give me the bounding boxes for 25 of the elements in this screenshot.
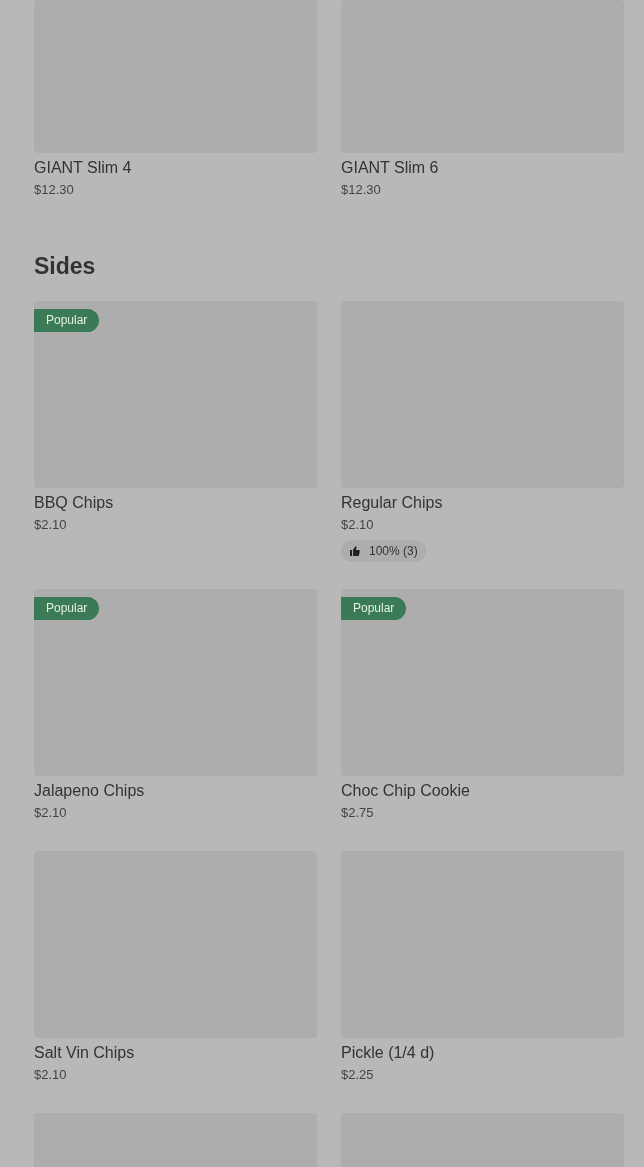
image-placeholder[interactable]: Popular (34, 301, 317, 488)
section-heading: Sides (34, 252, 97, 281)
item-name[interactable]: Regular Chips (341, 492, 624, 514)
item-name[interactable]: GIANT Slim 6 (341, 157, 624, 179)
item-price: $2.25 (341, 1066, 375, 1084)
rating-text: 100% (3) (369, 543, 418, 560)
item-price: $2.10 (34, 1066, 68, 1084)
item-price: $2.10 (341, 516, 375, 534)
item-name[interactable]: Salt Vin Chips (34, 1042, 317, 1064)
item-name[interactable]: GIANT Slim 4 (34, 157, 317, 179)
image-placeholder[interactable]: Popular (34, 589, 317, 776)
item-price: $12.30 (341, 181, 382, 199)
image-placeholder[interactable]: Popular (341, 589, 624, 776)
item-name[interactable]: Choc Chip Cookie (341, 780, 624, 802)
item-name[interactable]: BBQ Chips (34, 492, 317, 514)
item-name[interactable]: Jalapeno Chips (34, 780, 317, 802)
thumbs-up-icon (349, 545, 361, 557)
popular-badge: Popular (341, 597, 407, 620)
popular-badge: Popular (34, 597, 100, 620)
item-price: $2.75 (341, 804, 375, 822)
item-name[interactable]: Pickle (1/4 d) (341, 1042, 624, 1064)
popular-badge: Popular (34, 309, 100, 332)
item-price: $2.10 (34, 804, 68, 822)
item-price: $12.30 (34, 181, 75, 199)
item-price: $2.10 (34, 516, 68, 534)
